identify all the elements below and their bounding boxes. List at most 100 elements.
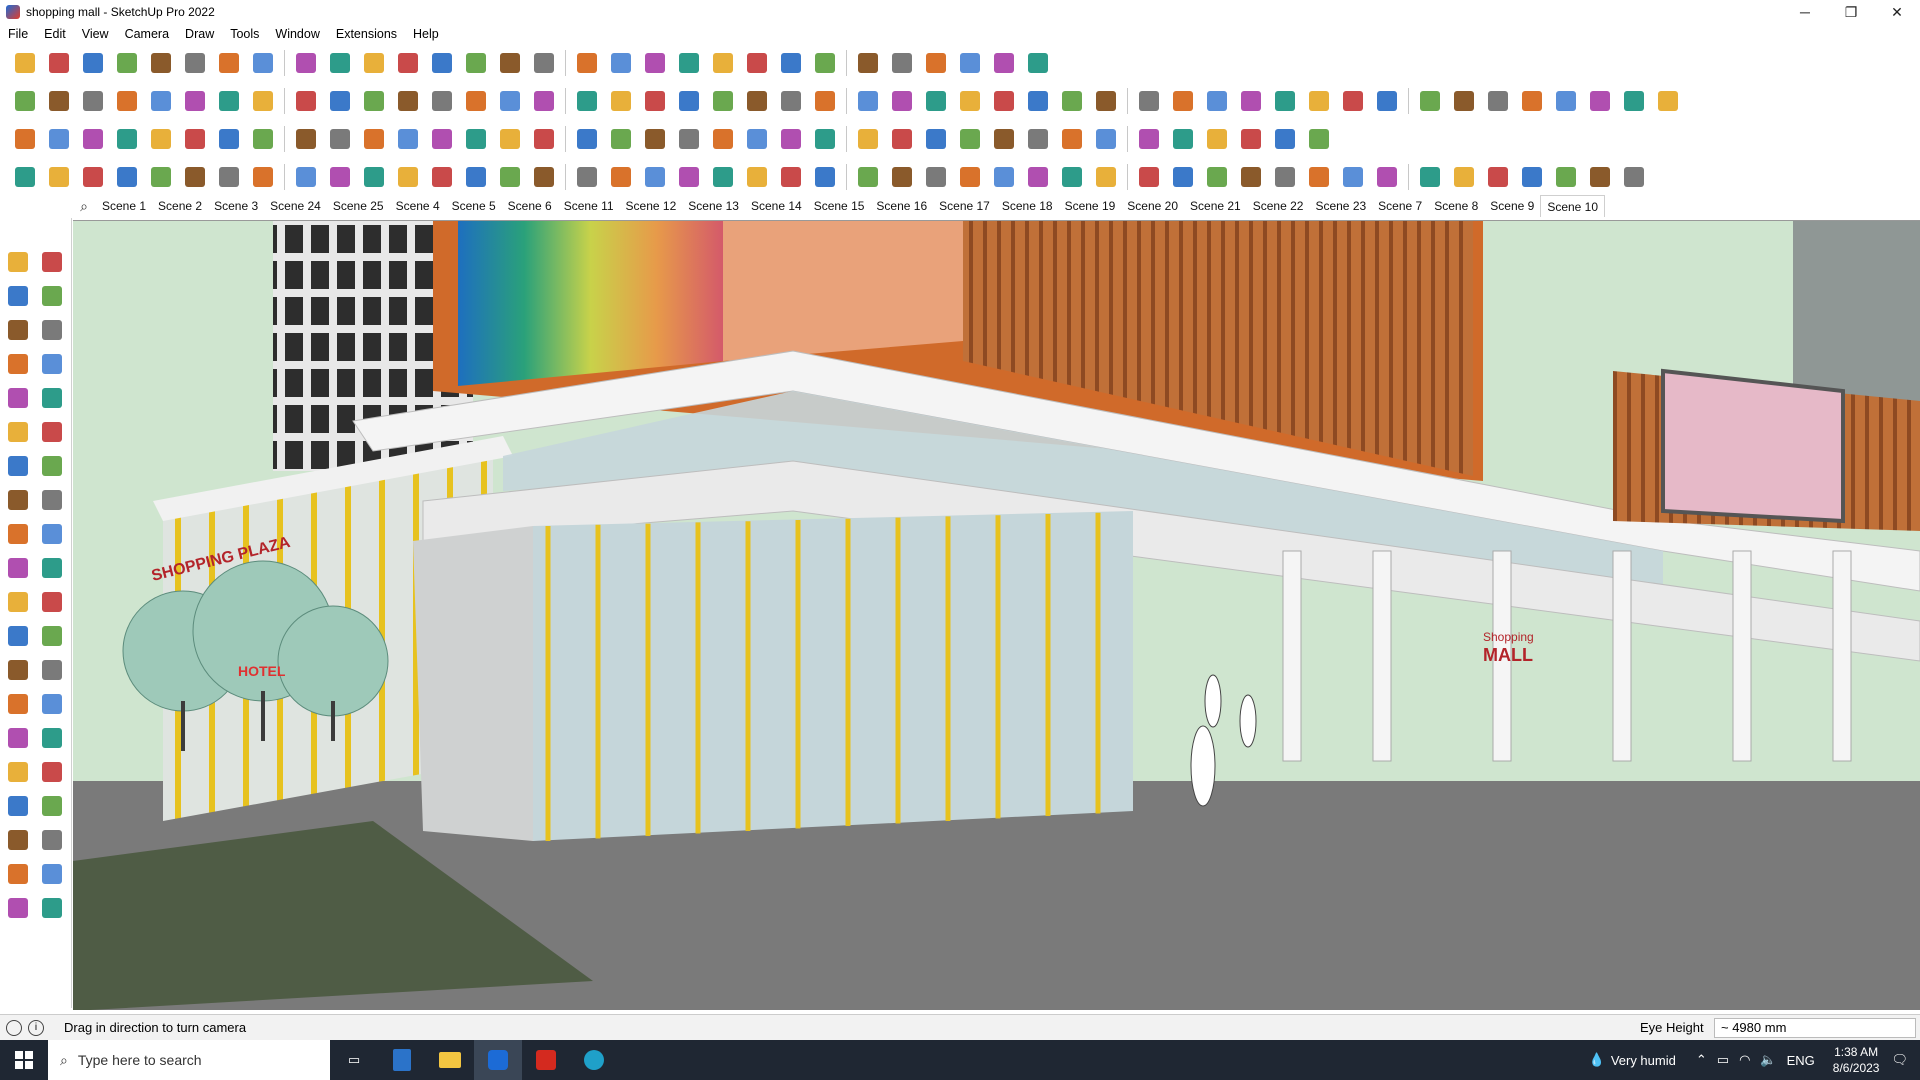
ext-af-button[interactable]: [1091, 162, 1121, 192]
hexagon-tool-button[interactable]: [1202, 86, 1232, 116]
x-tool-button[interactable]: [529, 124, 559, 154]
scene-tab[interactable]: Scene 3: [208, 195, 264, 217]
ext-aq-button[interactable]: [1483, 162, 1513, 192]
weather-text[interactable]: Very humid: [1611, 1053, 1676, 1068]
zoom-extents-tool-button[interactable]: [4, 792, 32, 820]
styles-tool-button[interactable]: [4, 894, 32, 922]
redo-tool-button[interactable]: [955, 48, 985, 78]
tape-measure-tool-button[interactable]: [4, 622, 32, 650]
rect-red-button[interactable]: [248, 124, 278, 154]
warehouse-tool-button[interactable]: [708, 48, 738, 78]
arc2-tool-button[interactable]: [1304, 86, 1334, 116]
ring-tool-button[interactable]: [742, 124, 772, 154]
scene-tab[interactable]: Scene 19: [1059, 195, 1122, 217]
scene-tab[interactable]: Scene 21: [1184, 195, 1247, 217]
arc-3-tool-button[interactable]: [38, 486, 66, 514]
tape-tool-button[interactable]: [38, 316, 66, 344]
ext-an-button[interactable]: [1372, 162, 1402, 192]
ext-u-button[interactable]: [708, 162, 738, 192]
ext-ac-button[interactable]: [989, 162, 1019, 192]
nodes-2-button[interactable]: [708, 124, 738, 154]
curve-2-button[interactable]: [427, 124, 457, 154]
layers-tool-button[interactable]: [38, 894, 66, 922]
shape-2-button[interactable]: [461, 86, 491, 116]
orbit-tool-button[interactable]: [495, 48, 525, 78]
arc-3-button[interactable]: [1270, 124, 1300, 154]
scene-tab[interactable]: Scene 23: [1309, 195, 1372, 217]
ext-m-button[interactable]: [427, 162, 457, 192]
maximize-button[interactable]: ❐: [1828, 0, 1874, 24]
select-tool-button[interactable]: [44, 48, 74, 78]
ext-ak-button[interactable]: [1270, 162, 1300, 192]
circle-tool-button[interactable]: [4, 418, 32, 446]
move-tool-button[interactable]: [291, 48, 321, 78]
text-tool-button[interactable]: [427, 48, 457, 78]
ext-as-button[interactable]: [1551, 162, 1581, 192]
rotated-rect-tool-button[interactable]: [38, 384, 66, 412]
task-view-icon[interactable]: ▭: [330, 1040, 378, 1080]
gem-tool-button[interactable]: [989, 124, 1019, 154]
shape-10-button[interactable]: [742, 86, 772, 116]
ext-b-button[interactable]: [44, 162, 74, 192]
text-tool-button[interactable]: [38, 656, 66, 684]
grid-tool-button[interactable]: [1517, 86, 1547, 116]
render-tool-button[interactable]: [1619, 86, 1649, 116]
pie-tool-button[interactable]: [38, 452, 66, 480]
blue-box-2-button[interactable]: [44, 124, 74, 154]
arc-tool-button[interactable]: [4, 452, 32, 480]
spiral-2-button[interactable]: [674, 124, 704, 154]
ext-f-button[interactable]: [180, 162, 210, 192]
mesh-tool-button[interactable]: [1483, 86, 1513, 116]
eraser-box-button[interactable]: [180, 124, 210, 154]
section-plane-tool-button[interactable]: [810, 48, 840, 78]
ornament-tool-button[interactable]: [1023, 124, 1053, 154]
menu-extensions[interactable]: Extensions: [328, 27, 405, 41]
zoom-extents-tool-button[interactable]: [606, 48, 636, 78]
ext-r-button[interactable]: [606, 162, 636, 192]
ext-j-button[interactable]: [325, 162, 355, 192]
scene-tab[interactable]: Scene 5: [446, 195, 502, 217]
scene-tab[interactable]: Scene 10: [1540, 195, 1606, 217]
shape-6-button[interactable]: [606, 86, 636, 116]
3d-text-tool-button[interactable]: [38, 690, 66, 718]
scene-tab[interactable]: Scene 1: [96, 195, 152, 217]
bottom-view-button[interactable]: [214, 86, 244, 116]
scene-tab[interactable]: Scene 6: [502, 195, 558, 217]
language-indicator[interactable]: ENG: [1787, 1053, 1815, 1068]
push-pull-tool-button[interactable]: [38, 520, 66, 548]
yellow-box-button[interactable]: [78, 124, 108, 154]
flag-tool-button[interactable]: [1415, 86, 1445, 116]
pencil-tool-button[interactable]: [112, 48, 142, 78]
polygon-tool-button[interactable]: [1091, 86, 1121, 116]
close-button[interactable]: ✕: [1874, 0, 1920, 24]
freehand-tool-button[interactable]: [38, 350, 66, 378]
ext-at-button[interactable]: [1585, 162, 1615, 192]
scene-tab[interactable]: Scene 18: [996, 195, 1059, 217]
ext-ah-button[interactable]: [1168, 162, 1198, 192]
follow-me-tool-button[interactable]: [38, 554, 66, 582]
ext-aj-button[interactable]: [1236, 162, 1266, 192]
water-tool-button[interactable]: [606, 124, 636, 154]
menu-help[interactable]: Help: [405, 27, 447, 41]
grid-3-button[interactable]: [1168, 124, 1198, 154]
eye-height-field[interactable]: ~ 4980 mm: [1714, 1017, 1916, 1038]
minimize-button[interactable]: ─: [1782, 0, 1828, 24]
scene-tab[interactable]: Scene 22: [1247, 195, 1310, 217]
plus-tool-button[interactable]: [495, 124, 525, 154]
ext-a-button[interactable]: [10, 162, 40, 192]
scene-tab[interactable]: Scene 9: [1484, 195, 1540, 217]
rect-grid-button[interactable]: [291, 124, 321, 154]
roof-tool-button[interactable]: [810, 86, 840, 116]
orbit-2-tool-button[interactable]: [4, 724, 32, 752]
ext-ag-button[interactable]: [1134, 162, 1164, 192]
scene-tab[interactable]: Scene 4: [390, 195, 446, 217]
scene-tab[interactable]: Scene 8: [1428, 195, 1484, 217]
ext-e-button[interactable]: [146, 162, 176, 192]
scene-tab[interactable]: Scene 11: [558, 195, 620, 217]
chevron-up-icon[interactable]: ⌃: [1696, 1052, 1707, 1068]
book-tool-button[interactable]: [325, 124, 355, 154]
section-fill-tool-button[interactable]: [853, 48, 883, 78]
scatter-tool-button[interactable]: [1236, 124, 1266, 154]
cube-tool-button[interactable]: [1551, 86, 1581, 116]
arrow-tool-button[interactable]: [1372, 86, 1402, 116]
